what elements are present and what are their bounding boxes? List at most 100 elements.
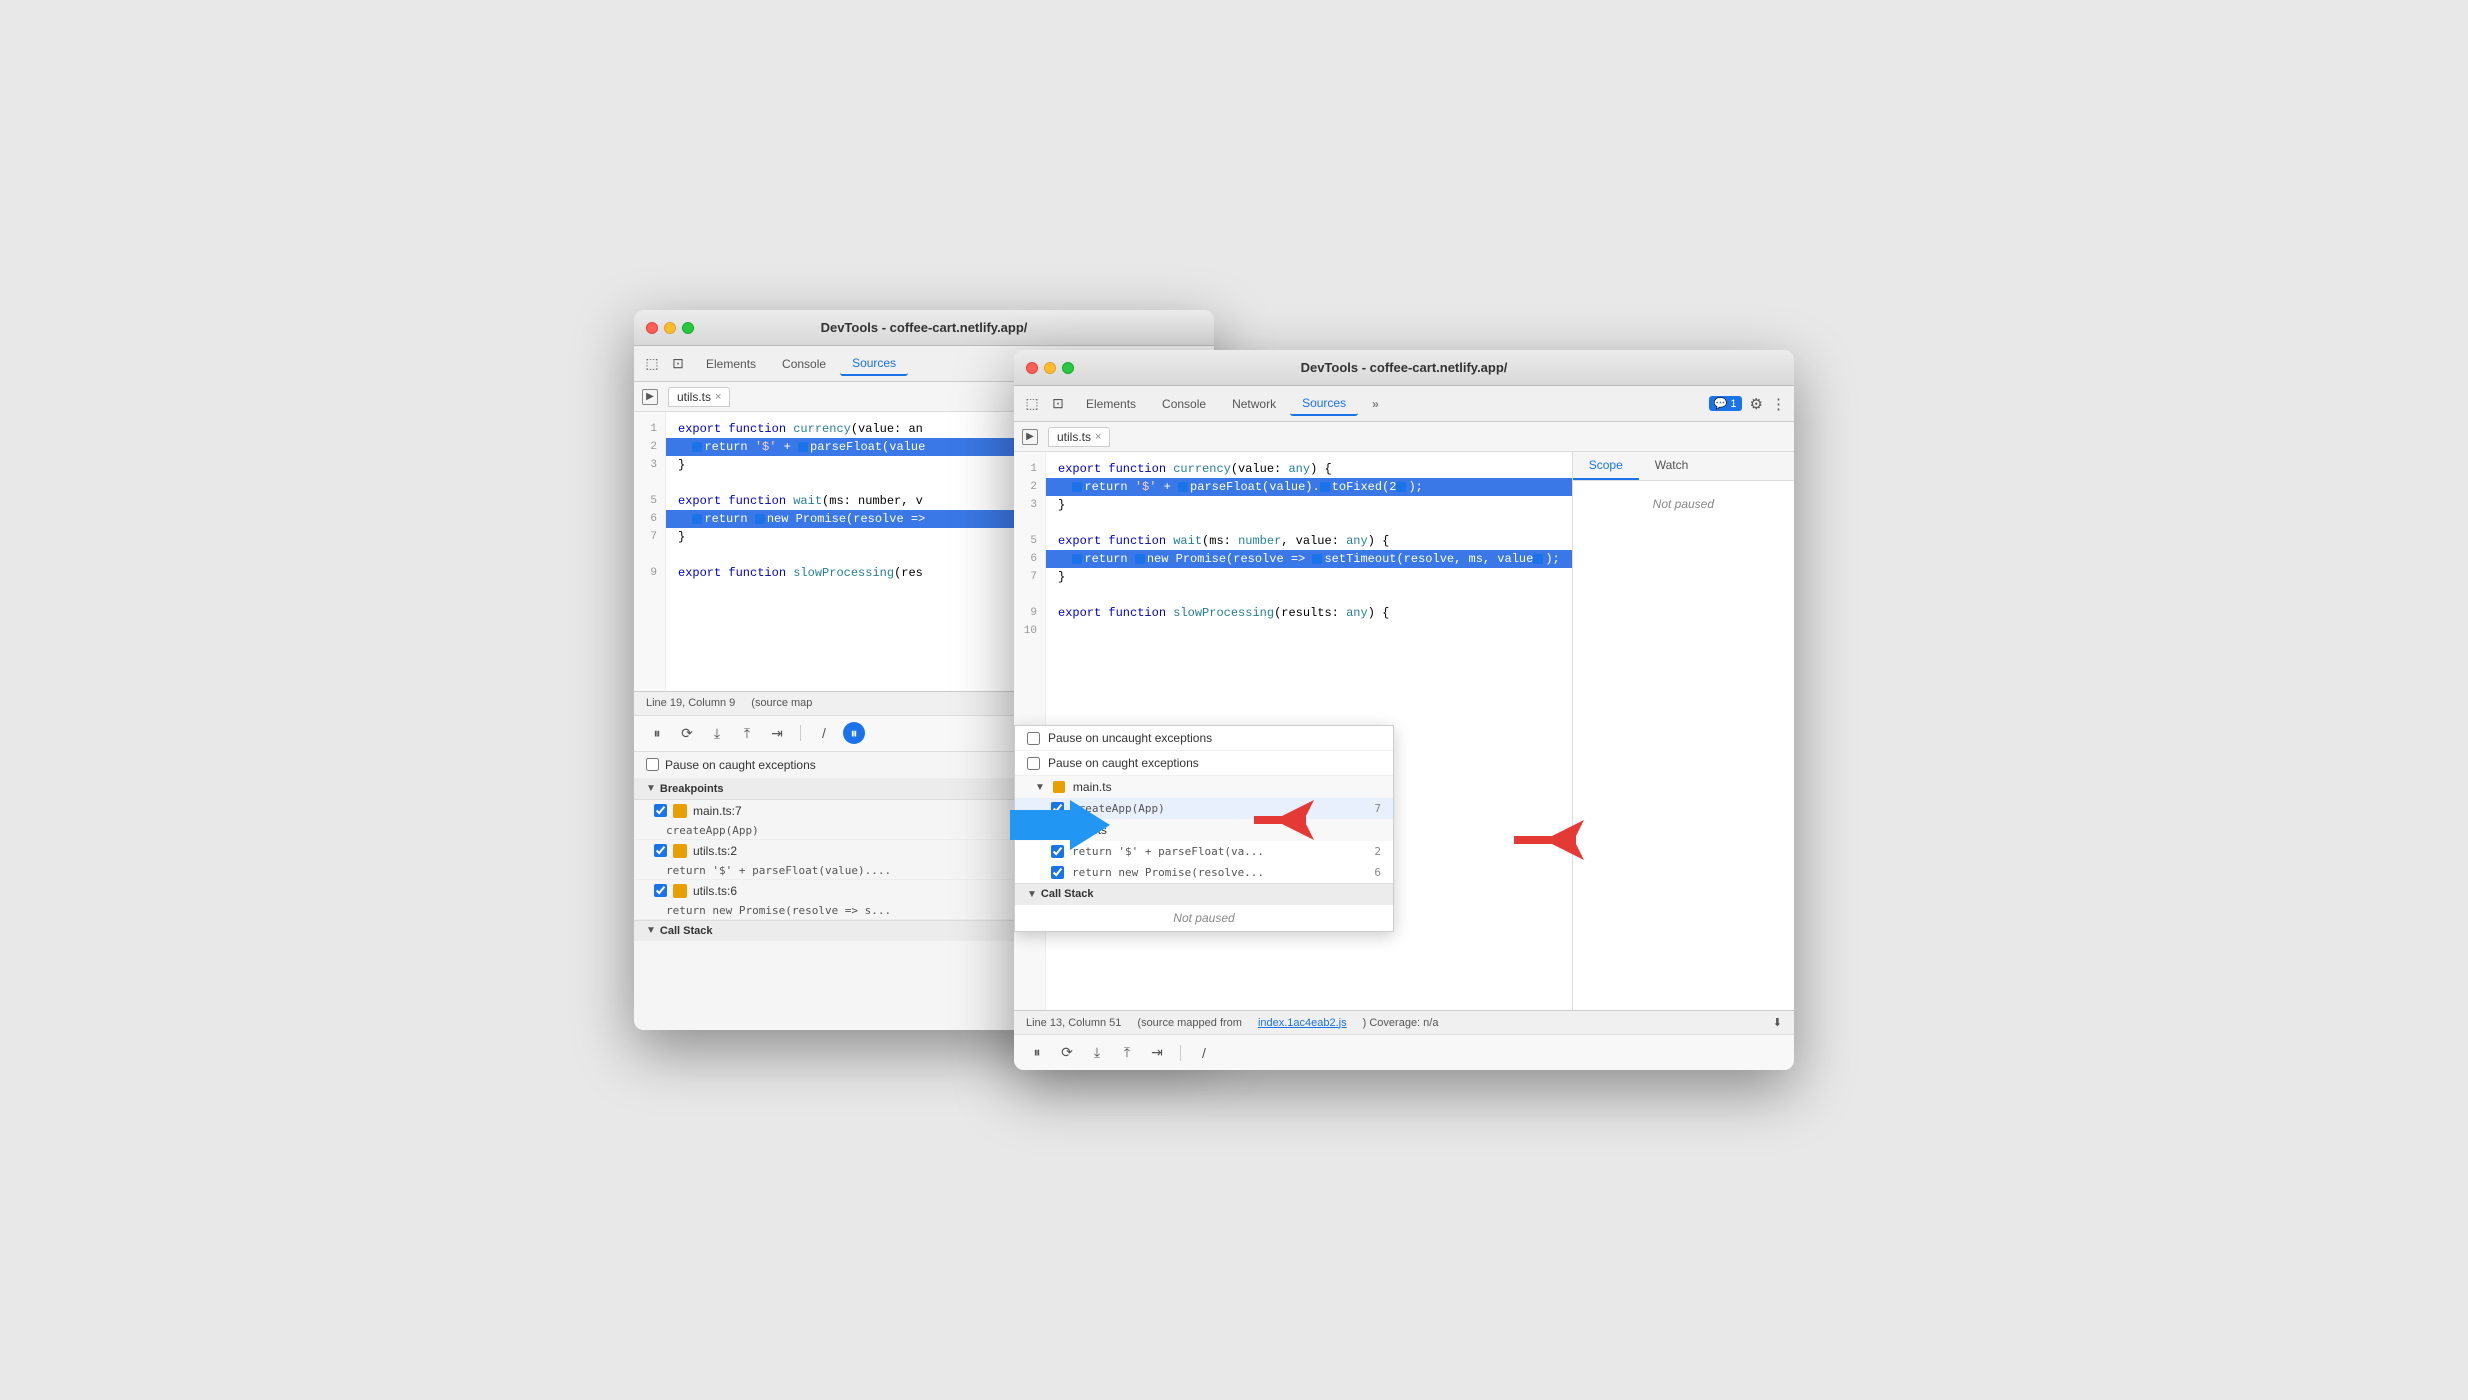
- title-bar-back: DevTools - coffee-cart.netlify.app/: [634, 310, 1214, 346]
- window-title-back: DevTools - coffee-cart.netlify.app/: [821, 320, 1028, 335]
- pause-caught-checkbox-back[interactable]: [646, 758, 659, 771]
- dropdown-group-maints[interactable]: ▼ main.ts: [1015, 776, 1393, 798]
- bp-utils2-checkbox-back[interactable]: [654, 844, 667, 857]
- pause-caught-label: Pause on caught exceptions: [1048, 756, 1199, 770]
- step-out-btn-back[interactable]: ⇥: [766, 722, 788, 744]
- async-btn-back[interactable]: ⏸: [843, 722, 865, 744]
- maximize-button-back[interactable]: [682, 322, 694, 334]
- gear-icon-front[interactable]: ⚙: [1750, 395, 1763, 413]
- line-numbers-back: 1 2 3 5 6 7 9: [634, 412, 666, 691]
- traffic-lights-front: [1026, 362, 1074, 374]
- chevron-icon-back: ▼: [646, 783, 656, 794]
- step-over-btn-front[interactable]: ⤓: [1086, 1042, 1108, 1064]
- cursor-icon[interactable]: ⬚: [642, 354, 662, 374]
- tab-elements-front[interactable]: Elements: [1074, 393, 1148, 415]
- bp-utils6-checkbox-back[interactable]: [654, 884, 667, 897]
- file-tab-close-front[interactable]: ×: [1095, 431, 1101, 443]
- tab-network-front[interactable]: Network: [1220, 393, 1288, 415]
- chat-badge-front: 💬 1: [1709, 396, 1742, 411]
- traffic-lights-back: [646, 322, 694, 334]
- tab-sources-back[interactable]: Sources: [840, 352, 908, 376]
- pause-caught-checkbox[interactable]: [1027, 757, 1040, 770]
- file-tab-utils-front[interactable]: utils.ts ×: [1048, 427, 1110, 447]
- scope-tab-watch[interactable]: Watch: [1639, 452, 1705, 480]
- return-promise-label: return new Promise(resolve...: [1072, 866, 1264, 879]
- bp-group-name-main-back: main.ts:7: [693, 804, 742, 818]
- tab-more-front[interactable]: »: [1360, 393, 1391, 415]
- file-icon-main-dropdown: [1053, 781, 1065, 793]
- debug-toolbar-front: ⏸ ⟳ ⤓ ⤒ ⇥ / Pause on uncaught exceptions…: [1014, 1034, 1794, 1070]
- return-promise-line: 6: [1374, 866, 1381, 879]
- minimize-button-front[interactable]: [1044, 362, 1056, 374]
- status-link-front[interactable]: index.1ac4eab2.js: [1258, 1017, 1347, 1029]
- breakpoints-label-back: Breakpoints: [660, 783, 724, 795]
- devtools-window-front: DevTools - coffee-cart.netlify.app/ ⬚ ⊡ …: [1014, 350, 1794, 1070]
- dropdown-return-promise[interactable]: return new Promise(resolve... 6: [1015, 862, 1393, 883]
- file-icon-main-back: [673, 804, 687, 818]
- step-over-btn-back[interactable]: ⤓: [706, 722, 728, 744]
- pause-uncaught-label: Pause on uncaught exceptions: [1048, 731, 1212, 745]
- file-tabs-front: ▶ utils.ts ×: [1014, 422, 1794, 452]
- step-out-btn-front[interactable]: ⇥: [1146, 1042, 1168, 1064]
- ellipsis-icon-front[interactable]: ⋮: [1771, 395, 1786, 413]
- file-tab-label-back: utils.ts: [677, 390, 711, 404]
- close-button-front[interactable]: [1026, 362, 1038, 374]
- pause-uncaught-checkbox[interactable]: [1027, 732, 1040, 745]
- red-arrow-2: [1514, 820, 1584, 865]
- devtools-tab-bar-front: ⬚ ⊡ Elements Console Network Sources » 💬…: [1014, 386, 1794, 422]
- pause-btn-front[interactable]: ⏸: [1026, 1042, 1048, 1064]
- debug-sep-back: [800, 725, 801, 741]
- file-tab-utils-back[interactable]: utils.ts ×: [668, 387, 730, 407]
- return-parsefloat-line: 2: [1374, 845, 1381, 858]
- step-back-btn-front[interactable]: ⟳: [1056, 1042, 1078, 1064]
- dropdown-not-paused: Not paused: [1015, 904, 1393, 931]
- title-bar-front: DevTools - coffee-cart.netlify.app/: [1014, 350, 1794, 386]
- blackbox-btn-front[interactable]: /: [1193, 1042, 1215, 1064]
- maximize-button-front[interactable]: [1062, 362, 1074, 374]
- debug-sep-front: [1180, 1045, 1181, 1061]
- status-suffix-front: (source mapped from: [1137, 1017, 1242, 1029]
- red-arrow-1: [1254, 800, 1314, 845]
- tab-console-front[interactable]: Console: [1150, 393, 1218, 415]
- code-line-1-front: export function currency(value: any) {: [1058, 460, 1560, 478]
- download-icon[interactable]: ⬇: [1773, 1016, 1782, 1029]
- status-suffix2-front: ) Coverage: n/a: [1363, 1017, 1439, 1029]
- pause-btn-back[interactable]: ⏸: [646, 722, 668, 744]
- code-line-2-front: return '$' + parseFloat(value).toFixed(2…: [1046, 478, 1572, 496]
- file-tab-close-back[interactable]: ×: [715, 391, 721, 403]
- createapp-line: 7: [1374, 802, 1381, 815]
- cursor-icon-front[interactable]: ⬚: [1022, 394, 1042, 414]
- tab-sources-front[interactable]: Sources: [1290, 392, 1358, 416]
- file-icon-utils2-back: [673, 844, 687, 858]
- pause-caught-label-back: Pause on caught exceptions: [665, 758, 816, 772]
- code-line-9-front: export function slowProcessing(results: …: [1058, 604, 1560, 622]
- chevron-callstack-dropdown: ▼: [1027, 889, 1037, 900]
- step-into-btn-front[interactable]: ⤒: [1116, 1042, 1138, 1064]
- step-into-btn-back[interactable]: ⤒: [736, 722, 758, 744]
- dock-icon[interactable]: ⊡: [668, 354, 688, 374]
- dropdown-pause-caught[interactable]: Pause on caught exceptions: [1015, 751, 1393, 776]
- chevron-callstack-back: ▼: [646, 925, 656, 936]
- code-line-8-front: [1058, 586, 1560, 604]
- chevron-main-icon: ▼: [1035, 782, 1045, 793]
- bp-code-utils6-back: return new Promise(resolve => s...: [666, 904, 891, 917]
- tab-console-back[interactable]: Console: [770, 353, 838, 375]
- blackbox-btn-back[interactable]: /: [813, 722, 835, 744]
- status-bar-front: Line 13, Column 51 (source mapped from i…: [1014, 1010, 1794, 1034]
- bp-group-name-utils6-back: utils.ts:6: [693, 884, 737, 898]
- close-button-back[interactable]: [646, 322, 658, 334]
- status-text-back: Line 19, Column 9: [646, 697, 735, 709]
- run-icon-front: ▶: [1022, 429, 1038, 445]
- dock-icon-front[interactable]: ⊡: [1048, 394, 1068, 414]
- dropdown-pause-uncaught[interactable]: Pause on uncaught exceptions: [1015, 726, 1393, 751]
- scope-not-paused: Not paused: [1573, 481, 1794, 527]
- tab-elements-back[interactable]: Elements: [694, 353, 768, 375]
- dropdown-callstack-header[interactable]: ▼ Call Stack: [1015, 883, 1393, 904]
- scope-tab-scope[interactable]: Scope: [1573, 452, 1639, 480]
- blue-arrow: [1010, 800, 1110, 855]
- minimize-button-back[interactable]: [664, 322, 676, 334]
- bp-main-checkbox-back[interactable]: [654, 804, 667, 817]
- return-promise-checkbox[interactable]: [1051, 866, 1064, 879]
- file-icon-utils6-back: [673, 884, 687, 898]
- step-back-btn-back[interactable]: ⟳: [676, 722, 698, 744]
